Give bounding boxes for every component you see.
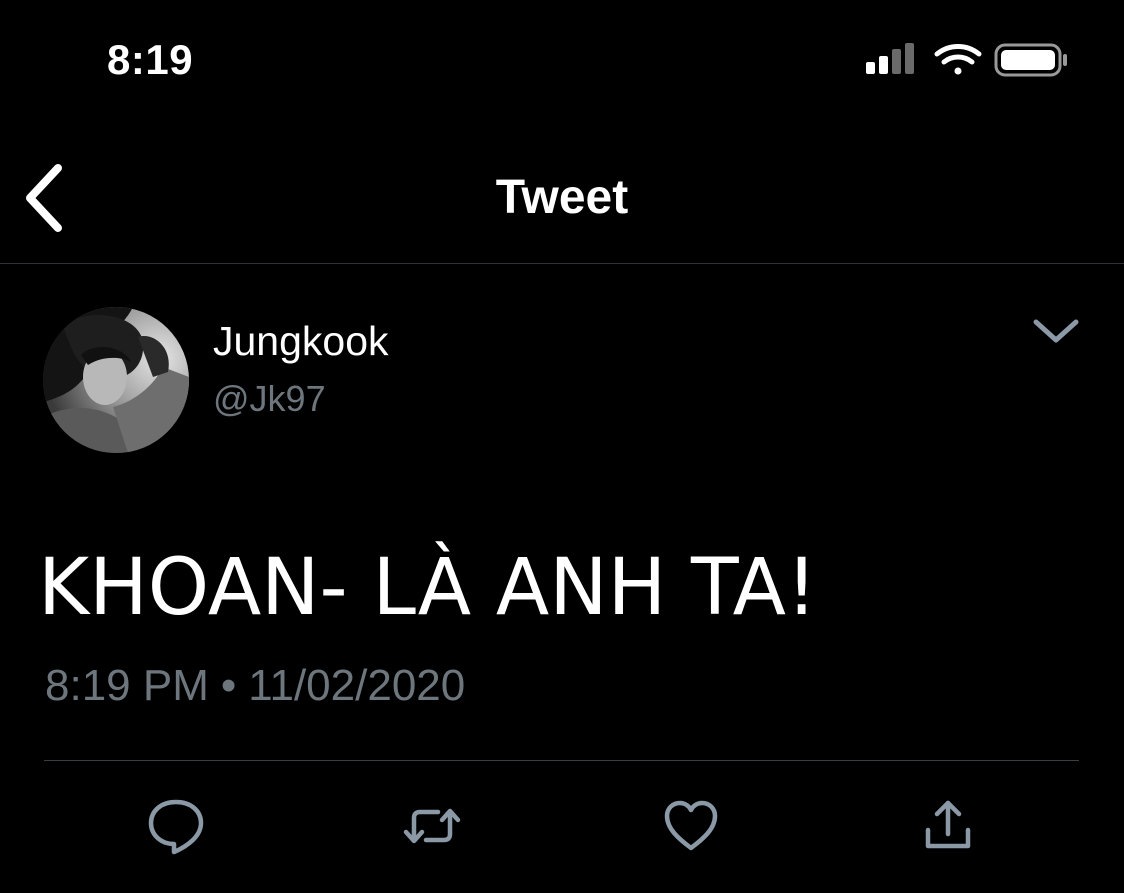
tweet-timestamp: 8:19 PM • 11/02/2020 <box>45 660 465 712</box>
cellular-signal-icon <box>866 43 914 74</box>
retweet-icon <box>403 808 461 844</box>
reply-icon <box>148 799 204 855</box>
author-handle[interactable]: @Jk97 <box>213 376 326 422</box>
meta-separator: • <box>220 661 237 710</box>
share-icon <box>925 800 971 849</box>
chevron-down-icon <box>1033 319 1079 343</box>
status-icons <box>864 40 1074 80</box>
tweet-text: KHOAN- LÀ ANH TA! <box>38 543 818 633</box>
like-icon <box>664 800 718 851</box>
tweet-date: 11/02/2020 <box>248 661 466 710</box>
share-button[interactable] <box>916 794 980 858</box>
tweet-time: 8:19 PM <box>45 661 209 710</box>
tweet-menu-button[interactable] <box>1028 308 1084 356</box>
profile-photo <box>43 307 189 453</box>
page-title: Tweet <box>495 171 629 224</box>
content-divider <box>44 760 1079 761</box>
wifi-icon <box>934 43 982 75</box>
like-button[interactable] <box>659 794 723 858</box>
retweet-button[interactable] <box>400 794 464 858</box>
avatar[interactable] <box>43 307 189 453</box>
header-divider <box>0 263 1124 264</box>
author-display-name[interactable]: Jungkook <box>213 316 389 366</box>
battery-icon <box>994 43 1067 77</box>
reply-button[interactable] <box>144 794 208 858</box>
status-time: 8:19 <box>107 36 194 83</box>
